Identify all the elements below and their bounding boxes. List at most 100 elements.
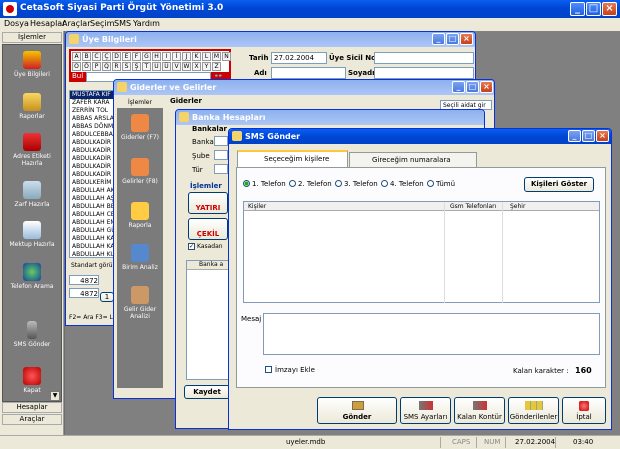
- nav-zarf[interactable]: Zarf Hazırla: [3, 181, 61, 208]
- member-list-item[interactable]: ZERRİN TOL: [72, 107, 118, 115]
- member-list-item[interactable]: ABBAS ARSLA: [72, 115, 118, 123]
- banka-select[interactable]: [214, 136, 228, 146]
- tur-input[interactable]: [214, 164, 228, 174]
- member-list-item[interactable]: ABDULKADİR: [72, 155, 118, 163]
- nav-uye-bilgileri[interactable]: Üye Bilgileri: [3, 51, 61, 78]
- nav-header-hesaplar[interactable]: Hesaplar: [2, 402, 62, 413]
- kaydet-button[interactable]: Kaydet: [184, 385, 230, 399]
- member-list-item[interactable]: ABDULCEBBA: [72, 131, 118, 139]
- member-list-item[interactable]: ABDULLAH KU: [72, 251, 118, 257]
- member-list-item[interactable]: ABDULLAH GÜ: [72, 227, 118, 235]
- letter-button-t[interactable]: T: [142, 62, 151, 71]
- letter-button-j[interactable]: J: [182, 52, 191, 61]
- letter-button-ü[interactable]: Ü: [162, 62, 171, 71]
- menu-yardim[interactable]: Yardım: [133, 19, 160, 28]
- letter-button-ö[interactable]: Ö: [82, 62, 91, 71]
- scroll-down-icon[interactable]: ▼: [50, 391, 60, 401]
- letter-button-g[interactable]: G: [142, 52, 151, 61]
- radio-option-2[interactable]: 2. Telefon: [289, 180, 332, 188]
- gider-side-birim[interactable]: Birim Analiz: [117, 244, 163, 271]
- maximize-icon[interactable]: □: [586, 2, 601, 16]
- yatir-button[interactable]: YATIRI: [188, 192, 228, 214]
- menu-dosya[interactable]: Dosya: [4, 19, 29, 28]
- cekil-button[interactable]: ÇEKİL: [188, 218, 228, 240]
- maximize-icon[interactable]: □: [446, 33, 459, 45]
- close-icon[interactable]: ×: [596, 130, 609, 142]
- close-icon[interactable]: ×: [460, 33, 473, 45]
- member-list-item[interactable]: ABDULLAH KA: [72, 235, 118, 243]
- tab-girilen-numaralar[interactable]: Gireceğim numaralara: [349, 152, 477, 167]
- banka-grid[interactable]: Banka a: [186, 260, 230, 380]
- kisileri-goster-button[interactable]: Kişileri Göster: [524, 177, 594, 192]
- kalan-kontur-button[interactable]: Kalan Kontür: [454, 397, 505, 424]
- nav-header-araclar[interactable]: Araçlar: [2, 414, 62, 425]
- minimize-icon[interactable]: _: [432, 33, 445, 45]
- radio-option-3[interactable]: 3. Telefon: [335, 180, 378, 188]
- menu-sms[interactable]: SMS: [114, 19, 131, 28]
- letter-button-y[interactable]: Y: [202, 62, 211, 71]
- selected-member[interactable]: MUSTAFA KIF: [70, 91, 118, 99]
- member-list-item[interactable]: ABDULKERİM: [72, 179, 118, 187]
- letter-button-f[interactable]: F: [132, 52, 141, 61]
- letter-button-h[interactable]: H: [152, 52, 161, 61]
- tab-secilen-kisiler[interactable]: Seçeceğim kişilere: [237, 150, 348, 167]
- gider-islemler-header[interactable]: İşlemler: [117, 98, 163, 108]
- radio-option-1[interactable]: 1. Telefon: [243, 180, 286, 188]
- letter-button-v[interactable]: V: [172, 62, 181, 71]
- minimize-icon[interactable]: _: [568, 130, 581, 142]
- imza-checkbox[interactable]: [265, 366, 272, 373]
- menu-secim[interactable]: Seçim: [90, 19, 114, 28]
- letter-button-p[interactable]: P: [92, 62, 101, 71]
- letter-button-ş[interactable]: Ş: [132, 62, 141, 71]
- minimize-icon[interactable]: _: [452, 81, 465, 93]
- sicil-input[interactable]: [374, 52, 474, 64]
- minimize-icon[interactable]: _: [570, 2, 585, 16]
- nav-telefon[interactable]: Telefon Arama: [3, 263, 61, 290]
- member-list-item[interactable]: ABDULLAH KA: [72, 243, 118, 251]
- gonder-button[interactable]: Gönder: [317, 397, 397, 424]
- col-kisiler[interactable]: Kişiler: [248, 203, 266, 210]
- letter-button-c[interactable]: C: [92, 52, 101, 61]
- gider-side-giderler[interactable]: Giderler (F7): [117, 114, 163, 141]
- nav-header-islemler[interactable]: İşlemler: [2, 32, 62, 43]
- menu-hesaplar[interactable]: Hesaplar: [30, 19, 66, 28]
- member-list-item[interactable]: ABDULKADİR: [72, 139, 118, 147]
- col-sehir[interactable]: Şehir: [510, 203, 525, 210]
- member-list-item[interactable]: ABDULLAH EM: [72, 219, 118, 227]
- menu-araclar[interactable]: Araçlar: [62, 19, 90, 28]
- letter-button-a[interactable]: A: [72, 52, 81, 61]
- iptal-button[interactable]: İptal: [562, 397, 606, 424]
- letter-button-i̇[interactable]: İ: [172, 52, 181, 61]
- letter-button-i[interactable]: I: [162, 52, 171, 61]
- gider-side-analiz[interactable]: Gelir Gider Analizi: [117, 286, 163, 320]
- letter-button-x[interactable]: X: [192, 62, 201, 71]
- maximize-icon[interactable]: □: [582, 130, 595, 142]
- letter-button-r[interactable]: R: [112, 62, 121, 71]
- letter-button-l[interactable]: L: [202, 52, 211, 61]
- member-list-item[interactable]: ABDULLAH BE: [72, 203, 118, 211]
- member-list-item[interactable]: ABBAS DÖNM: [72, 123, 118, 131]
- letter-button-o[interactable]: O: [72, 62, 81, 71]
- letter-button-u[interactable]: U: [152, 62, 161, 71]
- member-list-item[interactable]: ABDULLAH AŞ: [72, 195, 118, 203]
- member-list-item[interactable]: ABDULKADİR: [72, 163, 118, 171]
- nav-mektup[interactable]: Mektup Hazırla: [3, 221, 61, 248]
- letter-button-w[interactable]: W: [182, 62, 191, 71]
- nav-kapat[interactable]: Kapat: [3, 367, 61, 394]
- nav-raporlar[interactable]: Raporlar: [3, 93, 61, 120]
- letter-button-k[interactable]: K: [192, 52, 201, 61]
- letter-button-ç[interactable]: Ç: [102, 52, 111, 61]
- letter-button-e[interactable]: E: [122, 52, 131, 61]
- letter-button-n[interactable]: N: [222, 52, 231, 61]
- page-nav-button[interactable]: 1: [100, 292, 114, 302]
- tarih-input[interactable]: 27.02.2004: [271, 52, 327, 64]
- letter-button-d[interactable]: D: [112, 52, 121, 61]
- letter-button-b[interactable]: B: [82, 52, 91, 61]
- gider-side-gelirler[interactable]: Gelirler (F8): [117, 158, 163, 185]
- kasadan-checkbox[interactable]: ✓: [188, 243, 195, 250]
- member-list[interactable]: MUSTAFA KIF ZAFER KARA ZERRİN TOL ABBAS AR…: [69, 90, 119, 258]
- letter-button-z[interactable]: Z: [212, 62, 221, 71]
- close-icon[interactable]: ×: [480, 81, 493, 93]
- member-list-item[interactable]: ABDULLAH AK: [72, 187, 118, 195]
- close-icon[interactable]: ×: [602, 2, 617, 16]
